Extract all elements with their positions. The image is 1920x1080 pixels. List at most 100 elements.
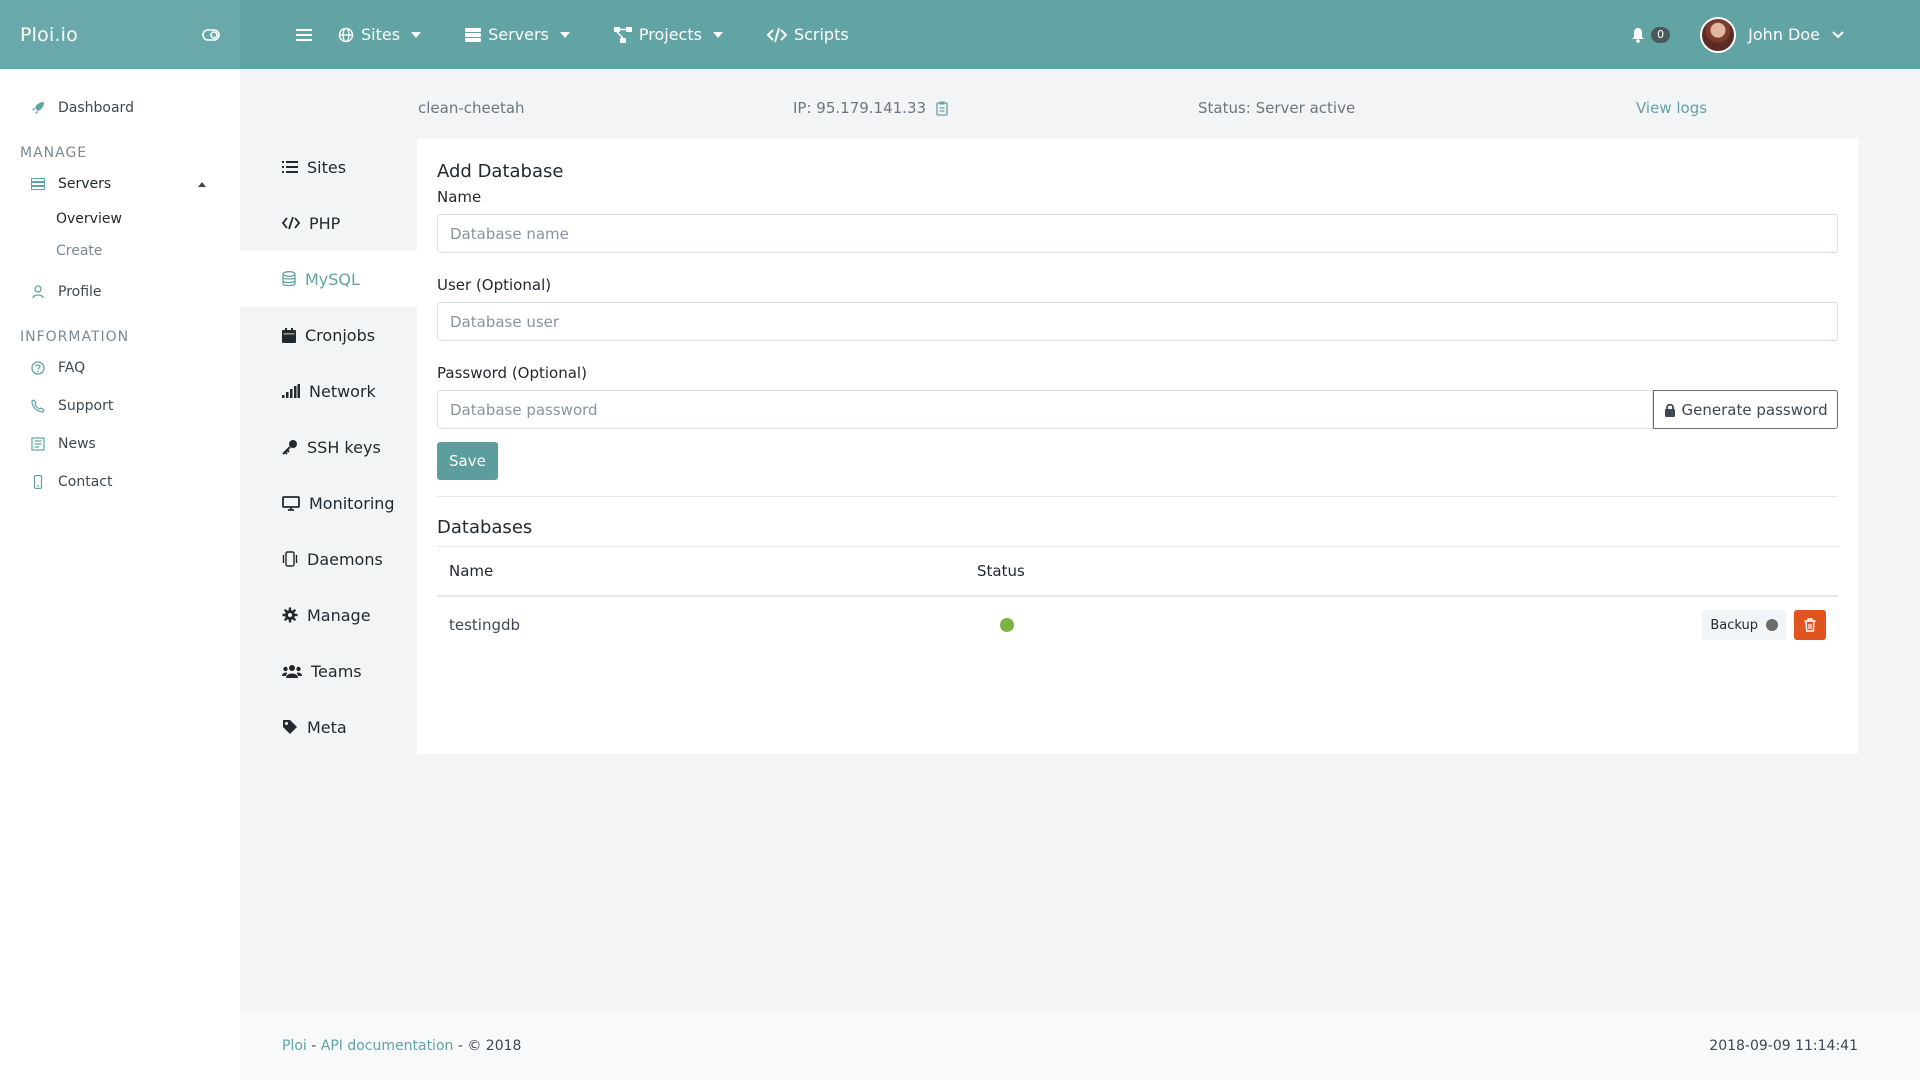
brand-logo[interactable]: Ploi.io bbox=[20, 24, 78, 46]
trash-icon bbox=[1804, 618, 1816, 632]
sidebar-subitem-create[interactable]: Create bbox=[0, 235, 240, 267]
mobile-icon bbox=[30, 475, 46, 489]
avatar bbox=[1700, 16, 1737, 53]
user-menu[interactable]: John Doe bbox=[1700, 16, 1844, 53]
project-icon bbox=[613, 26, 632, 43]
footer-copyright: - © 2018 bbox=[453, 1037, 522, 1054]
add-database-title: Add Database bbox=[437, 161, 564, 182]
database-name-input[interactable] bbox=[437, 214, 1838, 253]
tab-label: Daemons bbox=[307, 549, 383, 569]
delete-button[interactable] bbox=[1794, 610, 1826, 640]
sidebar-item-news[interactable]: News bbox=[0, 425, 240, 463]
tab-cronjobs[interactable]: Cronjobs bbox=[225, 307, 417, 363]
chevron-down-icon bbox=[1832, 30, 1844, 39]
nav-servers-label: Servers bbox=[488, 25, 549, 44]
tab-mysql[interactable]: MySQL bbox=[225, 251, 417, 307]
server-name: clean-cheetah bbox=[418, 99, 525, 117]
column-header-status: Status bbox=[977, 562, 1025, 580]
users-icon bbox=[282, 664, 302, 678]
code-icon bbox=[766, 27, 787, 43]
hamburger-icon[interactable] bbox=[296, 28, 312, 42]
backup-status-indicator bbox=[1766, 619, 1778, 631]
globe-icon bbox=[338, 27, 354, 43]
sidebar-subitem-overview[interactable]: Overview bbox=[0, 203, 240, 235]
lock-icon bbox=[1664, 403, 1676, 417]
tab-label: PHP bbox=[309, 213, 341, 233]
table-row: testingdb Backup bbox=[437, 597, 1838, 653]
server-ip-group: IP: 95.179.141.33 bbox=[793, 99, 948, 117]
generate-password-button[interactable]: Generate password bbox=[1653, 390, 1838, 429]
list-icon bbox=[282, 160, 298, 174]
column-header-name: Name bbox=[449, 562, 494, 580]
tab-meta[interactable]: Meta bbox=[225, 699, 417, 755]
status-active-indicator bbox=[1000, 618, 1014, 632]
tab-network[interactable]: Network bbox=[225, 363, 417, 419]
caret-down-icon bbox=[411, 31, 422, 38]
signal-icon bbox=[282, 384, 300, 398]
code-icon bbox=[282, 216, 300, 230]
tab-php[interactable]: PHP bbox=[225, 195, 417, 251]
backup-toggle[interactable]: Backup bbox=[1702, 610, 1786, 640]
top-bar: Ploi.io Sites Servers Projects Scripts 0… bbox=[0, 0, 1920, 69]
notification-count-badge: 0 bbox=[1651, 26, 1671, 43]
tab-label: Manage bbox=[307, 605, 371, 625]
tab-manage[interactable]: Manage bbox=[225, 587, 417, 643]
tag-icon bbox=[282, 719, 298, 735]
nav-sites[interactable]: Sites bbox=[338, 25, 422, 44]
sidebar-item-label: Servers bbox=[58, 176, 112, 192]
server-status: Status: Server active bbox=[1198, 99, 1356, 117]
database-icon bbox=[282, 271, 296, 287]
tab-ssh-keys[interactable]: SSH keys bbox=[225, 419, 417, 475]
nav-sites-label: Sites bbox=[361, 25, 401, 44]
nav-scripts[interactable]: Scripts bbox=[766, 25, 849, 44]
databases-title: Databases bbox=[437, 517, 533, 538]
tab-monitoring[interactable]: Monitoring bbox=[225, 475, 417, 531]
tab-label: Meta bbox=[307, 717, 347, 737]
table-header: Name Status bbox=[437, 547, 1838, 597]
sidebar-item-contact[interactable]: Contact bbox=[0, 463, 240, 501]
notifications-button[interactable]: 0 bbox=[1631, 26, 1671, 43]
save-button[interactable]: Save bbox=[437, 442, 498, 480]
top-right: 0 John Doe bbox=[1631, 0, 1844, 69]
toggle-icon[interactable] bbox=[202, 28, 220, 41]
name-field-group: Name bbox=[437, 188, 1838, 253]
sidebar-heading-manage: MANAGE bbox=[20, 145, 88, 161]
calendar-icon bbox=[282, 327, 296, 343]
tab-label: Monitoring bbox=[309, 493, 395, 513]
caret-up-icon bbox=[198, 181, 206, 187]
sidebar-item-servers[interactable]: Servers bbox=[0, 165, 240, 203]
gear-icon bbox=[282, 607, 298, 623]
brand-area: Ploi.io bbox=[0, 0, 240, 69]
footer: Ploi - API documentation - © 2018 2018-0… bbox=[240, 1011, 1920, 1080]
sidebar-item-support[interactable]: Support bbox=[0, 387, 240, 425]
user-field-group: User (Optional) bbox=[437, 276, 1838, 341]
bell-icon bbox=[1631, 27, 1645, 43]
main-content: clean-cheetah IP: 95.179.141.33 Status: … bbox=[225, 69, 1920, 1011]
tab-label: Teams bbox=[311, 661, 362, 681]
database-password-input[interactable] bbox=[437, 390, 1654, 429]
tab-teams[interactable]: Teams bbox=[225, 643, 417, 699]
nav-servers[interactable]: Servers bbox=[465, 25, 570, 44]
tab-daemons[interactable]: Daemons bbox=[225, 531, 417, 587]
database-user-input[interactable] bbox=[437, 302, 1838, 341]
newspaper-icon bbox=[30, 437, 46, 451]
password-label: Password (Optional) bbox=[437, 364, 587, 382]
tab-label: Sites bbox=[307, 157, 347, 177]
desktop-icon bbox=[282, 495, 300, 511]
view-logs-link[interactable]: View logs bbox=[1636, 99, 1707, 117]
footer-ploi-link[interactable]: Ploi bbox=[282, 1038, 307, 1054]
row-actions: Backup bbox=[1702, 610, 1826, 640]
sidebar-item-dashboard[interactable]: Dashboard bbox=[0, 89, 240, 127]
sidebar-item-profile[interactable]: Profile bbox=[0, 273, 240, 311]
top-nav: Sites Servers Projects Scripts bbox=[296, 0, 893, 69]
tab-label: Network bbox=[309, 381, 376, 401]
sidebar-item-faq[interactable]: FAQ bbox=[0, 349, 240, 387]
sidebar-item-label: Profile bbox=[58, 284, 102, 300]
nav-projects[interactable]: Projects bbox=[613, 25, 723, 44]
backup-label: Backup bbox=[1710, 617, 1758, 633]
tab-sites[interactable]: Sites bbox=[225, 139, 417, 195]
user-name: John Doe bbox=[1748, 25, 1820, 44]
sidebar-item-label: Contact bbox=[58, 474, 113, 490]
footer-api-link[interactable]: API documentation bbox=[321, 1038, 454, 1054]
clipboard-icon[interactable] bbox=[936, 101, 948, 116]
